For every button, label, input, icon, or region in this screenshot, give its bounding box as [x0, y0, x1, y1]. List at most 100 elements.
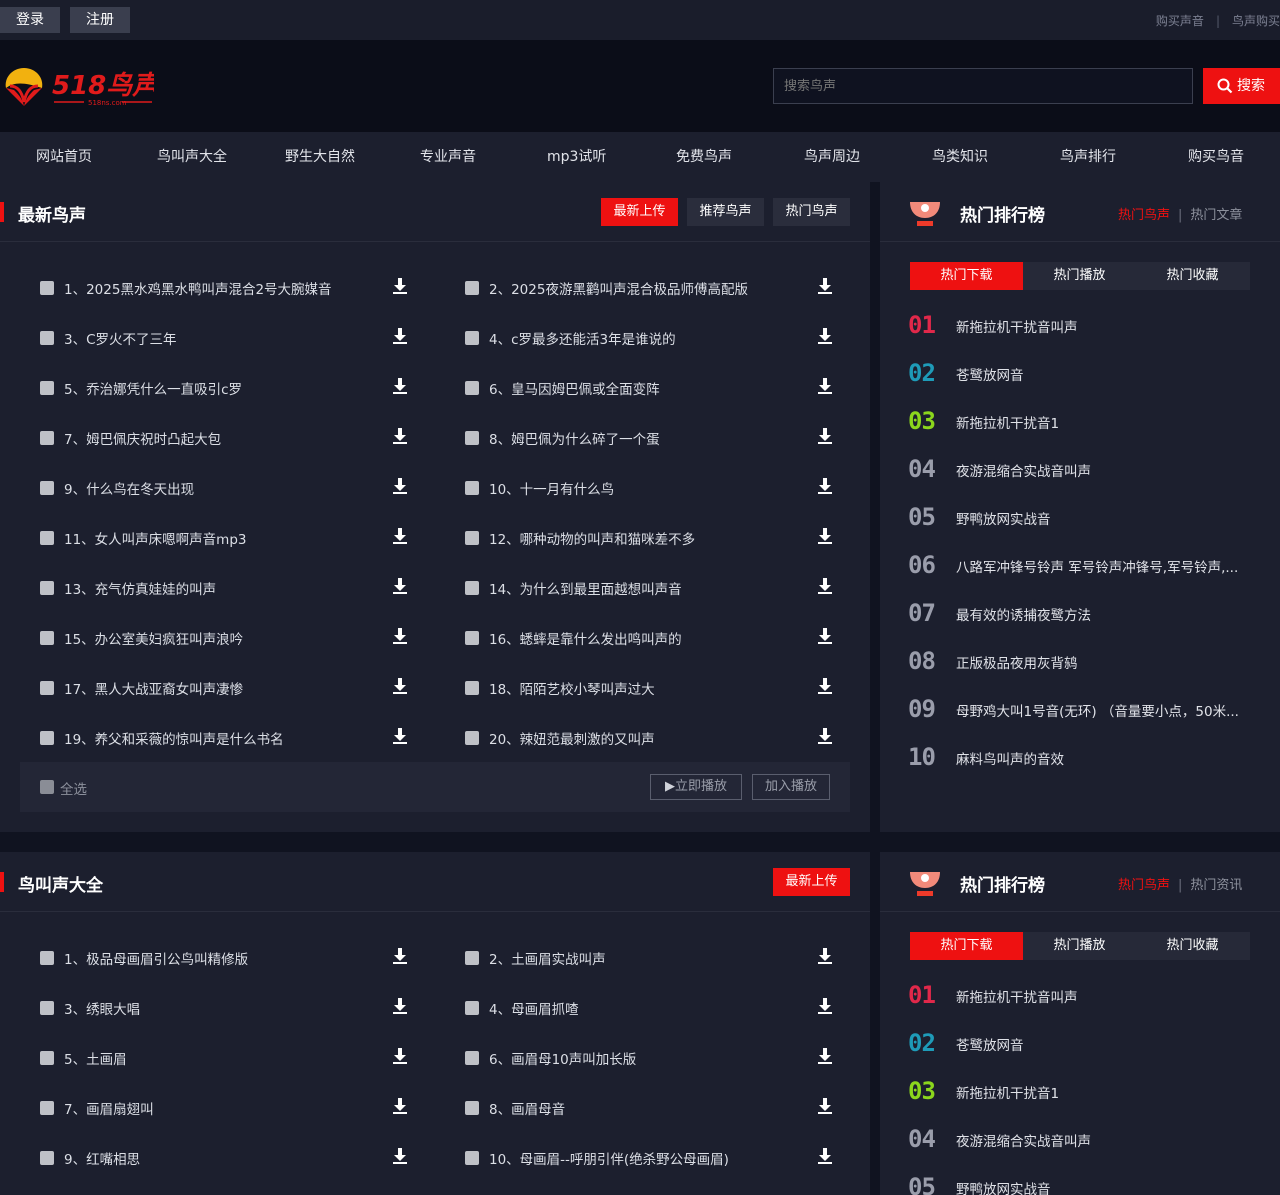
list-item[interactable]: 7、画眉扇翅叫 [40, 1098, 410, 1118]
rank-title[interactable]: 苍鹭放网音 [956, 1034, 1256, 1054]
list-item[interactable]: 18、陌陌艺校小琴叫声过大 [465, 678, 835, 698]
register-button[interactable]: 注册 [70, 7, 130, 33]
item-checkbox[interactable] [465, 431, 479, 445]
nav-item-buy[interactable]: 购买鸟音 [1188, 132, 1244, 182]
download-icon[interactable] [818, 948, 832, 964]
ranking-item[interactable]: 03 新拖拉机干扰音1 [908, 406, 1258, 436]
item-title[interactable]: 4、c罗最多还能活3年是谁说的 [489, 328, 676, 348]
tab-recommended[interactable]: 推荐鸟声 [687, 198, 764, 226]
download-icon[interactable] [818, 628, 832, 644]
item-title[interactable]: 9、什么鸟在冬天出现 [64, 478, 194, 498]
rank-title[interactable]: 正版极品夜用灰背鸫 [956, 652, 1256, 672]
item-title[interactable]: 17、黑人大战亚裔女叫声凄惨 [64, 678, 243, 698]
list-item[interactable]: 15、办公室美妇疯狂叫声浪吟 [40, 628, 410, 648]
list-item[interactable]: 9、什么鸟在冬天出现 [40, 478, 410, 498]
ranking-item[interactable]: 05 野鸭放网实战音 [908, 502, 1258, 532]
list-item[interactable]: 7、姆巴佩庆祝时凸起大包 [40, 428, 410, 448]
list-item[interactable]: 16、蟋蟀是靠什么发出鸣叫声的 [465, 628, 835, 648]
item-checkbox[interactable] [40, 481, 54, 495]
tab-hot-favorite[interactable]: 热门收藏 [1136, 262, 1249, 290]
list-item[interactable]: 8、画眉母音 [465, 1098, 835, 1118]
top-link-buy-bird-sound[interactable]: 鸟声购买 [1232, 14, 1280, 28]
item-title[interactable]: 19、养父和采薇的惊叫声是什么书名 [64, 728, 284, 748]
rank-title[interactable]: 新拖拉机干扰音叫声 [956, 986, 1256, 1006]
select-all-label[interactable]: 全选 [60, 778, 87, 798]
item-checkbox[interactable] [465, 731, 479, 745]
tab-hot-play[interactable]: 热门播放 [1023, 262, 1136, 290]
download-icon[interactable] [393, 328, 407, 344]
item-checkbox[interactable] [40, 681, 54, 695]
download-icon[interactable] [818, 428, 832, 444]
rank-title[interactable]: 新拖拉机干扰音1 [956, 1082, 1256, 1102]
item-title[interactable]: 2、土画眉实战叫声 [489, 948, 606, 968]
item-checkbox[interactable] [40, 951, 54, 965]
item-checkbox[interactable] [465, 581, 479, 595]
rank-title[interactable]: 夜游混缩合实战音叫声 [956, 1130, 1256, 1150]
nav-item-knowledge[interactable]: 鸟类知识 [932, 132, 988, 182]
item-checkbox[interactable] [40, 1051, 54, 1065]
download-icon[interactable] [818, 1048, 832, 1064]
search-input[interactable] [773, 68, 1193, 104]
item-checkbox[interactable] [40, 331, 54, 345]
ranking-item[interactable]: 01 新拖拉机干扰音叫声 [908, 980, 1258, 1010]
list-item[interactable]: 1、2025黑水鸡黑水鸭叫声混合2号大腕媒音 [40, 278, 410, 298]
item-title[interactable]: 14、为什么到最里面越想叫声音 [489, 578, 682, 598]
item-checkbox[interactable] [40, 381, 54, 395]
nav-item-ranking[interactable]: 鸟声排行 [1060, 132, 1116, 182]
item-title[interactable]: 6、皇马因姆巴佩或全面变阵 [489, 378, 660, 398]
list-item[interactable]: 20、辣妞范最刺激的又叫声 [465, 728, 835, 748]
download-icon[interactable] [818, 728, 832, 744]
ranking-item[interactable]: 10 麻料鸟叫声的音效 [908, 742, 1258, 772]
list-item[interactable]: 3、C罗火不了三年 [40, 328, 410, 348]
download-icon[interactable] [393, 1098, 407, 1114]
list-item[interactable]: 6、皇马因姆巴佩或全面变阵 [465, 378, 835, 398]
item-title[interactable]: 7、姆巴佩庆祝时凸起大包 [64, 428, 221, 448]
tab-latest-upload[interactable]: 最新上传 [601, 198, 678, 226]
ranking-item[interactable]: 02 苍鹭放网音 [908, 358, 1258, 388]
item-title[interactable]: 18、陌陌艺校小琴叫声过大 [489, 678, 655, 698]
list-item[interactable]: 5、土画眉 [40, 1048, 410, 1068]
item-checkbox[interactable] [465, 331, 479, 345]
item-checkbox[interactable] [465, 381, 479, 395]
item-checkbox[interactable] [40, 731, 54, 745]
item-title[interactable]: 20、辣妞范最刺激的又叫声 [489, 728, 655, 748]
item-title[interactable]: 9、红嘴相思 [64, 1148, 140, 1168]
item-checkbox[interactable] [40, 281, 54, 295]
list-item[interactable]: 6、画眉母10声叫加长版 [465, 1048, 835, 1068]
item-title[interactable]: 3、C罗火不了三年 [64, 328, 177, 348]
item-checkbox[interactable] [465, 1151, 479, 1165]
list-item[interactable]: 4、母画眉抓喳 [465, 998, 835, 1018]
list-item[interactable]: 10、十一月有什么鸟 [465, 478, 835, 498]
item-checkbox[interactable] [40, 1001, 54, 1015]
download-icon[interactable] [393, 1148, 407, 1164]
list-item[interactable]: 2、2025夜游黑鹳叫声混合极品师傅高配版 [465, 278, 835, 298]
rank-title[interactable]: 新拖拉机干扰音1 [956, 412, 1256, 432]
download-icon[interactable] [393, 278, 407, 294]
add-to-playlist-button[interactable]: 加入播放 [752, 774, 830, 800]
list-item[interactable]: 4、c罗最多还能活3年是谁说的 [465, 328, 835, 348]
site-logo[interactable]: 518鸟声 518ns.com [4, 64, 162, 110]
nav-item-bird-calls[interactable]: 鸟叫声大全 [157, 132, 227, 182]
download-icon[interactable] [393, 1048, 407, 1064]
link-hot-news[interactable]: 热门资讯 [1190, 878, 1242, 893]
ranking-item[interactable]: 04 夜游混缩合实战音叫声 [908, 454, 1258, 484]
rank-title[interactable]: 苍鹭放网音 [956, 364, 1256, 384]
item-title[interactable]: 16、蟋蟀是靠什么发出鸣叫声的 [489, 628, 682, 648]
item-checkbox[interactable] [40, 581, 54, 595]
search-button[interactable]: 搜索 [1203, 68, 1280, 104]
top-link-buy-sound[interactable]: 购买声音 [1156, 14, 1204, 28]
download-icon[interactable] [393, 998, 407, 1014]
nav-item-free[interactable]: 免费鸟声 [676, 132, 732, 182]
download-icon[interactable] [393, 578, 407, 594]
select-all-checkbox[interactable] [40, 780, 54, 794]
download-icon[interactable] [818, 578, 832, 594]
tab-latest-upload[interactable]: 最新上传 [773, 868, 850, 896]
rank-title[interactable]: 新拖拉机干扰音叫声 [956, 316, 1256, 336]
rank-title[interactable]: 夜游混缩合实战音叫声 [956, 460, 1256, 480]
tab-hot-favorite[interactable]: 热门收藏 [1136, 932, 1249, 960]
download-icon[interactable] [393, 728, 407, 744]
list-item[interactable]: 10、母画眉--呼朋引伴(绝杀野公母画眉) [465, 1148, 835, 1168]
ranking-item[interactable]: 09 母野鸡大叫1号音(无环) （音量要小点，50米... [908, 694, 1258, 724]
link-hot-sounds[interactable]: 热门鸟声 [1118, 208, 1170, 223]
item-checkbox[interactable] [40, 631, 54, 645]
